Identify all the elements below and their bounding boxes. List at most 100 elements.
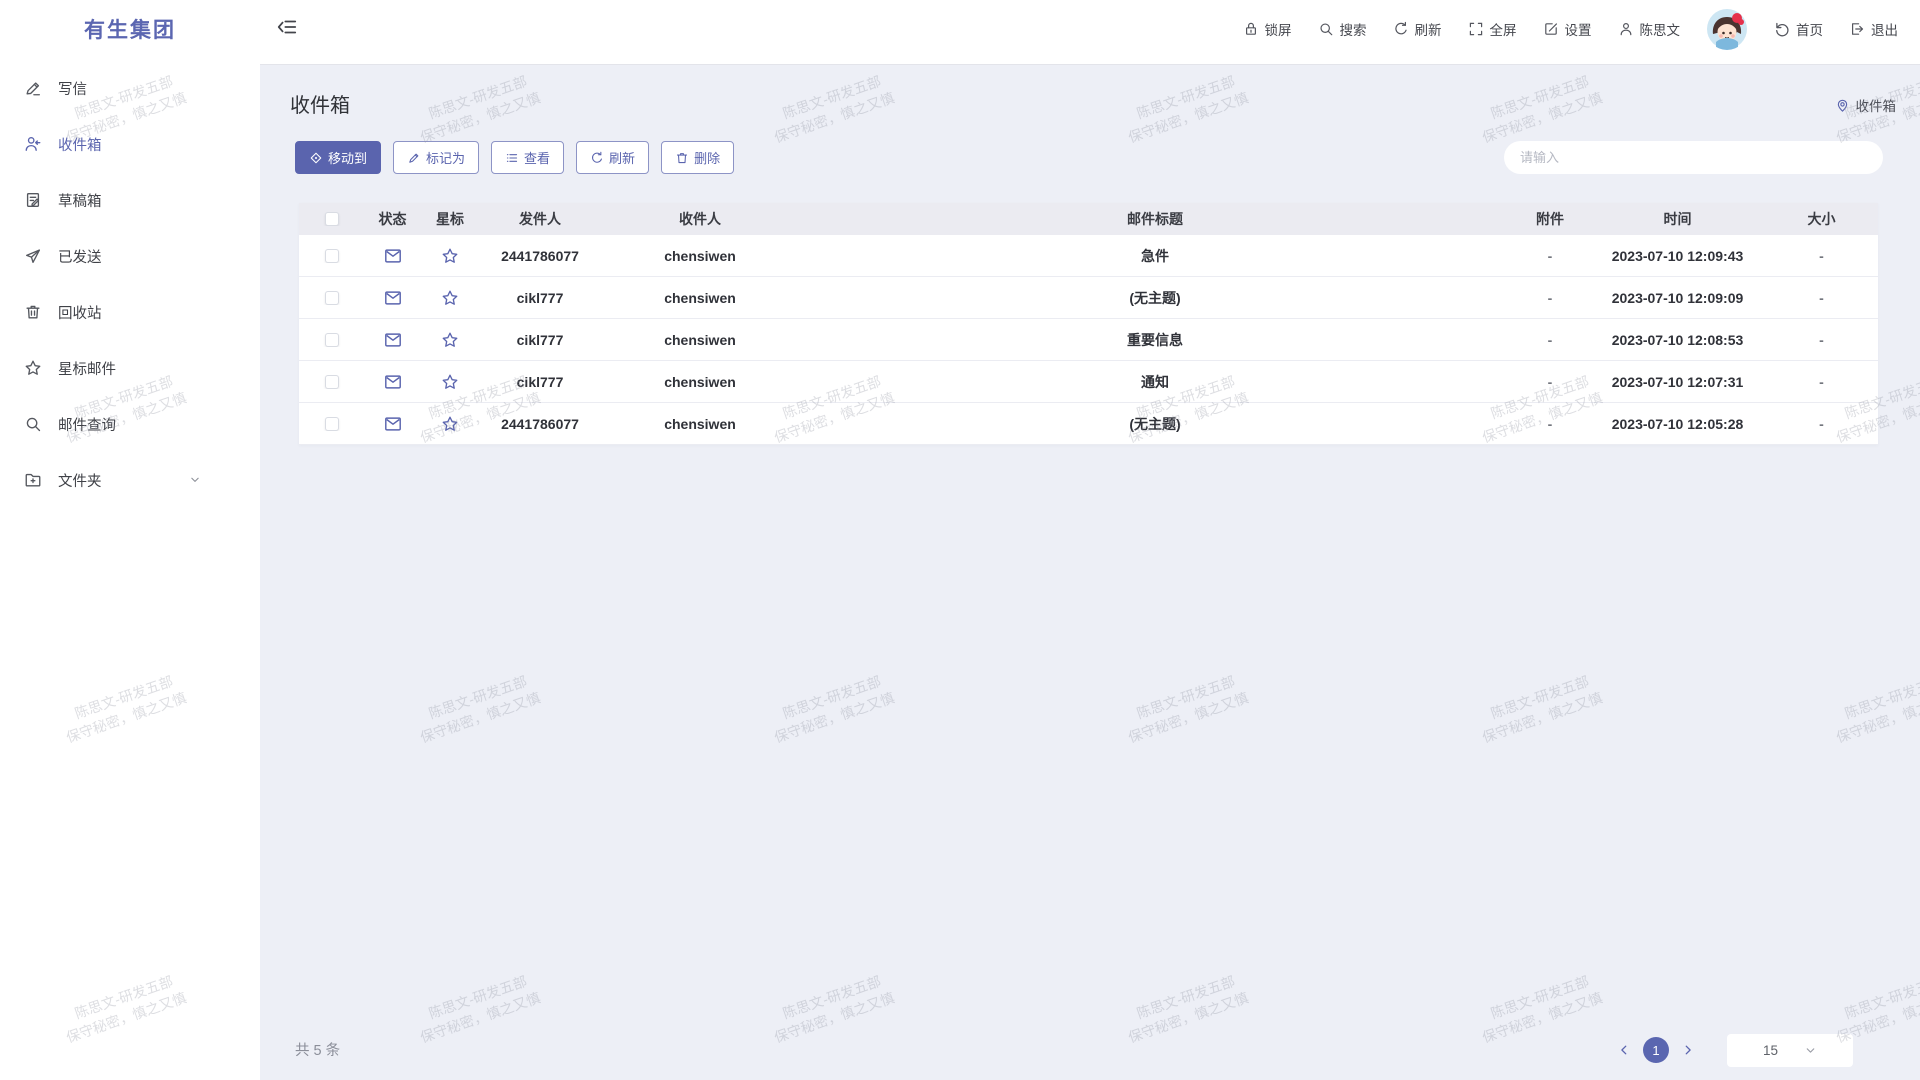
search-input[interactable] bbox=[1504, 141, 1883, 174]
mail-sender: cikl777 bbox=[480, 374, 600, 390]
delete-button[interactable]: 删除 bbox=[661, 141, 734, 174]
row-checkbox[interactable] bbox=[325, 417, 339, 431]
sidebar-item-trash[interactable]: 回收站 bbox=[0, 284, 260, 340]
move-to-icon bbox=[309, 151, 323, 165]
mail-subject: (无主题) bbox=[800, 414, 1510, 434]
column-header-status: 状态 bbox=[365, 209, 420, 229]
column-header-time: 时间 bbox=[1590, 209, 1765, 229]
row-checkbox[interactable] bbox=[325, 249, 339, 263]
mail-size: - bbox=[1765, 416, 1878, 432]
collapse-sidebar-button[interactable] bbox=[276, 16, 300, 40]
mark-as-label: 标记为 bbox=[426, 148, 465, 167]
move-to-label: 移动到 bbox=[328, 148, 367, 167]
header-actions: 锁屏 搜索 刷新 全屏 bbox=[1243, 0, 1899, 57]
mail-row[interactable]: cikl777 chensiwen 通知 - 2023-07-10 12:07:… bbox=[299, 361, 1878, 403]
mail-recipient: chensiwen bbox=[600, 332, 800, 348]
sidebar-item-label: 邮件查询 bbox=[58, 414, 116, 435]
home-button[interactable]: 首页 bbox=[1774, 19, 1823, 39]
move-to-button[interactable]: 移动到 bbox=[295, 141, 381, 174]
mail-size: - bbox=[1765, 290, 1878, 306]
view-list-icon bbox=[505, 151, 519, 165]
sidebar-item-folders[interactable]: 文件夹 bbox=[0, 452, 260, 508]
mail-time: 2023-07-10 12:09:43 bbox=[1590, 248, 1765, 264]
home-back-icon bbox=[1774, 21, 1790, 37]
sidebar-item-drafts[interactable]: 草稿箱 bbox=[0, 172, 260, 228]
unread-mail-icon bbox=[384, 416, 402, 432]
location-pin-icon bbox=[1835, 98, 1850, 113]
fullscreen-button[interactable]: 全屏 bbox=[1468, 19, 1517, 39]
sidebar: 写信 收件箱 草稿箱 已发送 bbox=[0, 57, 260, 1080]
page-size-select[interactable]: 15 bbox=[1727, 1034, 1853, 1067]
select-all-checkbox[interactable] bbox=[325, 212, 339, 226]
sidebar-item-label: 已发送 bbox=[58, 246, 102, 267]
fullscreen-icon bbox=[1468, 21, 1484, 37]
sidebar-item-label: 收件箱 bbox=[58, 134, 102, 155]
star-toggle-icon[interactable] bbox=[441, 247, 459, 265]
mail-row[interactable]: 2441786077 chensiwen 急件 - 2023-07-10 12:… bbox=[299, 235, 1878, 277]
next-page-button[interactable] bbox=[1677, 1039, 1699, 1061]
logout-icon bbox=[1849, 21, 1865, 37]
mail-row[interactable]: cikl777 chensiwen (无主题) - 2023-07-10 12:… bbox=[299, 277, 1878, 319]
settings-button[interactable]: 设置 bbox=[1543, 19, 1592, 39]
column-header-sender: 发件人 bbox=[480, 209, 600, 229]
table-header-row: 状态 星标 发件人 收件人 邮件标题 附件 时间 大小 bbox=[299, 203, 1878, 235]
sidebar-item-starred[interactable]: 星标邮件 bbox=[0, 340, 260, 396]
refresh-label: 刷新 bbox=[1415, 19, 1442, 39]
breadcrumb: 收件箱 bbox=[1835, 95, 1897, 115]
prev-page-button[interactable] bbox=[1613, 1039, 1635, 1061]
user-menu[interactable]: 陈思文 bbox=[1618, 19, 1681, 39]
mail-row[interactable]: 2441786077 chensiwen (无主题) - 2023-07-10 … bbox=[299, 403, 1878, 445]
sidebar-item-sent[interactable]: 已发送 bbox=[0, 228, 260, 284]
search-icon bbox=[24, 415, 42, 433]
mail-recipient: chensiwen bbox=[600, 416, 800, 432]
inbox-person-icon bbox=[24, 135, 42, 153]
mail-row[interactable]: cikl777 chensiwen 重要信息 - 2023-07-10 12:0… bbox=[299, 319, 1878, 361]
mail-sender: cikl777 bbox=[480, 290, 600, 306]
column-header-subject: 邮件标题 bbox=[800, 209, 1510, 229]
view-label: 查看 bbox=[524, 148, 550, 167]
logout-button[interactable]: 退出 bbox=[1849, 19, 1898, 39]
star-toggle-icon[interactable] bbox=[441, 331, 459, 349]
sidebar-item-compose[interactable]: 写信 bbox=[0, 60, 260, 116]
sidebar-item-inbox[interactable]: 收件箱 bbox=[0, 116, 260, 172]
user-avatar[interactable] bbox=[1706, 8, 1748, 50]
star-icon bbox=[24, 359, 42, 377]
mail-size: - bbox=[1765, 248, 1878, 264]
refresh-list-button[interactable]: 刷新 bbox=[576, 141, 649, 174]
compose-icon bbox=[24, 79, 42, 97]
search-icon bbox=[1318, 21, 1334, 37]
delete-icon bbox=[675, 151, 689, 165]
view-button[interactable]: 查看 bbox=[491, 141, 564, 174]
mark-as-button[interactable]: 标记为 bbox=[393, 141, 479, 174]
refresh-button[interactable]: 刷新 bbox=[1393, 19, 1442, 39]
page-size-value: 15 bbox=[1763, 1043, 1778, 1058]
mail-size: - bbox=[1765, 374, 1878, 390]
star-toggle-icon[interactable] bbox=[441, 415, 459, 433]
chevron-right-icon bbox=[1681, 1043, 1695, 1057]
collapse-sidebar-icon bbox=[276, 16, 298, 38]
mail-sender: 2441786077 bbox=[480, 248, 600, 264]
home-label: 首页 bbox=[1796, 19, 1823, 39]
mail-time: 2023-07-10 12:09:09 bbox=[1590, 290, 1765, 306]
page-number-1[interactable]: 1 bbox=[1643, 1037, 1669, 1063]
column-header-attachment: 附件 bbox=[1510, 209, 1590, 229]
mail-attachment: - bbox=[1510, 290, 1590, 306]
row-checkbox[interactable] bbox=[325, 291, 339, 305]
row-checkbox[interactable] bbox=[325, 375, 339, 389]
mail-time: 2023-07-10 12:05:28 bbox=[1590, 416, 1765, 432]
user-icon bbox=[1618, 21, 1634, 37]
avatar-image bbox=[1706, 8, 1748, 50]
lock-screen-button[interactable]: 锁屏 bbox=[1243, 19, 1292, 39]
row-checkbox[interactable] bbox=[325, 333, 339, 347]
page-title: 收件箱 bbox=[290, 89, 350, 118]
sidebar-item-mail-search[interactable]: 邮件查询 bbox=[0, 396, 260, 452]
sidebar-item-label: 文件夹 bbox=[58, 470, 102, 491]
star-toggle-icon[interactable] bbox=[441, 289, 459, 307]
star-toggle-icon[interactable] bbox=[441, 373, 459, 391]
mark-as-icon bbox=[407, 151, 421, 165]
search-button[interactable]: 搜索 bbox=[1318, 19, 1367, 39]
mail-time: 2023-07-10 12:08:53 bbox=[1590, 332, 1765, 348]
sidebar-item-label: 星标邮件 bbox=[58, 358, 116, 379]
sent-icon bbox=[24, 247, 42, 265]
unread-mail-icon bbox=[384, 290, 402, 306]
